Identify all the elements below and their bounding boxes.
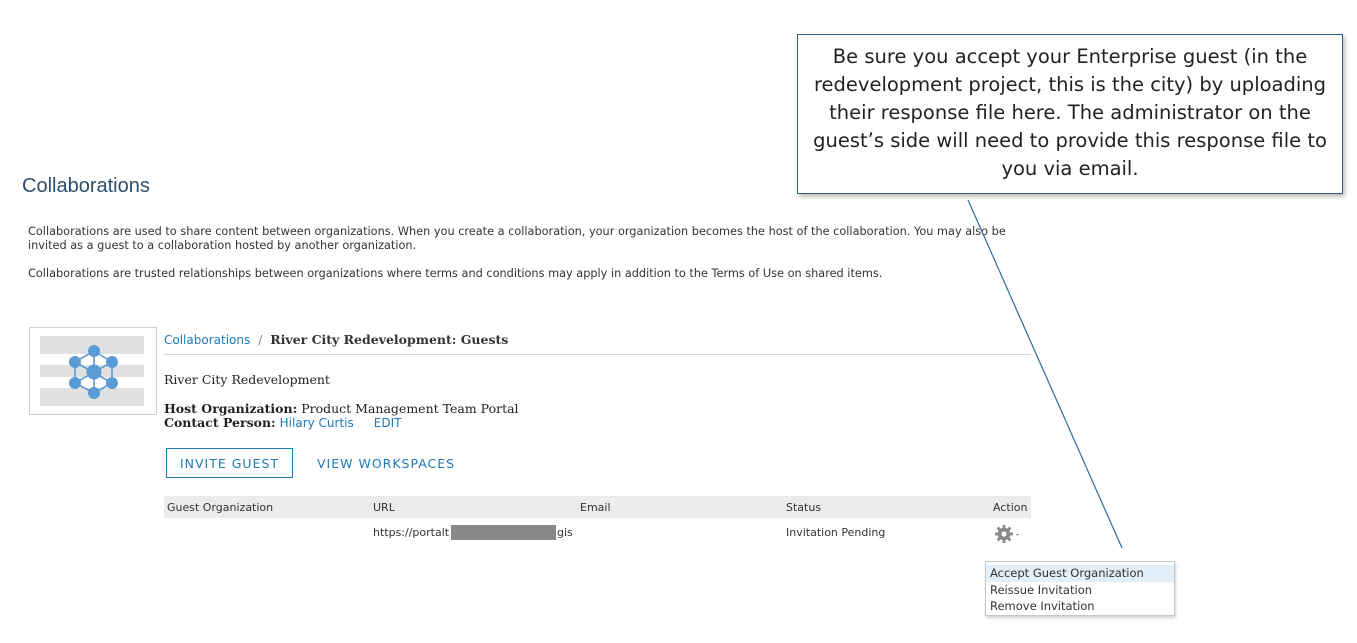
- contact-person-line: Contact Person: Hilary Curtis EDIT: [164, 415, 401, 430]
- url-cell-start: https://portalt: [373, 526, 450, 539]
- column-header-email: Email: [580, 501, 611, 514]
- breadcrumb-collaborations-link[interactable]: Collaborations: [164, 333, 250, 347]
- action-gear-button[interactable]: [994, 524, 1024, 544]
- menu-item-accept-guest-organization[interactable]: Accept Guest Organization: [986, 565, 1174, 582]
- breadcrumb: Collaborations / River City Redevelopment:…: [164, 332, 508, 347]
- collaboration-network-icon: [40, 336, 144, 406]
- collaboration-thumbnail: [29, 327, 157, 415]
- status-cell: Invitation Pending: [786, 526, 886, 539]
- callout-annotation: Be sure you accept your Enterprise guest…: [797, 34, 1343, 194]
- column-header-guest-organization: Guest Organization: [167, 501, 274, 514]
- gear-icon: [995, 525, 1019, 543]
- guest-table-header: Guest Organization URL Email Status Acti…: [164, 496, 1031, 518]
- url-cell-end: gis: [557, 526, 573, 539]
- callout-text: Be sure you accept your Enterprise guest…: [813, 45, 1327, 180]
- column-header-url: URL: [373, 501, 395, 514]
- header-divider: [164, 354, 1031, 355]
- table-row: https://portalt gis Invitation Pending: [164, 518, 1031, 548]
- column-header-action: Action: [993, 501, 1028, 514]
- host-organization-label: Host Organization:: [164, 401, 298, 416]
- edit-contact-link[interactable]: EDIT: [374, 416, 402, 430]
- collaboration-name: River City Redevelopment: [164, 372, 330, 387]
- invite-guest-button[interactable]: INVITE GUEST: [166, 448, 293, 478]
- breadcrumb-separator: /: [258, 333, 263, 347]
- chevron-down-icon: [1016, 534, 1019, 536]
- menu-item-reissue-invitation[interactable]: Reissue Invitation: [986, 582, 1174, 599]
- contact-person-link[interactable]: Hilary Curtis: [280, 416, 354, 430]
- breadcrumb-current: River City Redevelopment: Guests: [270, 332, 509, 347]
- host-organization-value: Product Management Team Portal: [301, 401, 519, 416]
- url-redaction: [451, 525, 556, 540]
- contact-person-label: Contact Person:: [164, 415, 276, 430]
- page-terms-note: Collaborations are trusted relationships…: [28, 267, 883, 280]
- page-title: Collaborations: [22, 175, 150, 197]
- column-header-status: Status: [786, 501, 822, 514]
- action-dropdown-menu: Accept Guest Organization Reissue Invita…: [985, 561, 1175, 616]
- view-workspaces-button[interactable]: VIEW WORKSPACES: [317, 448, 455, 478]
- menu-item-remove-invitation[interactable]: Remove Invitation: [986, 598, 1174, 615]
- page-description: Collaborations are used to share content…: [28, 225, 1006, 252]
- host-organization-line: Host Organization: Product Management Te…: [164, 401, 519, 416]
